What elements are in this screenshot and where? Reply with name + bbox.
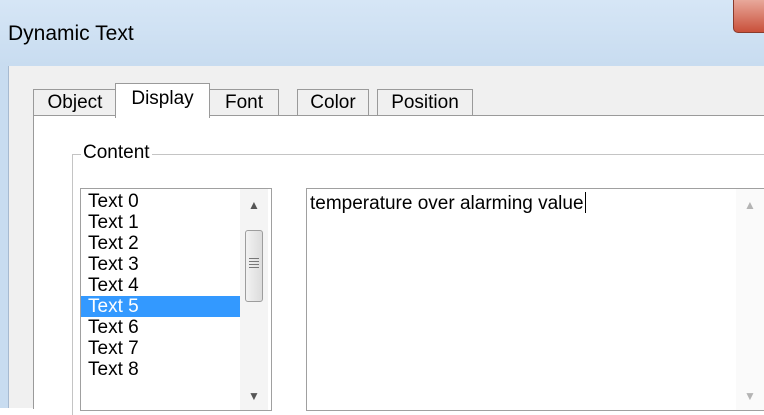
window-frame: Object Display Font Color Position Conte… xyxy=(0,66,764,415)
list-item[interactable]: Text 1 xyxy=(81,212,241,233)
tab-color[interactable]: Color xyxy=(297,89,369,116)
title-bar: Dynamic Text xyxy=(0,0,764,66)
list-item[interactable]: Text 6 xyxy=(81,317,241,338)
grip-icon xyxy=(249,258,259,270)
list-item[interactable]: Text 7 xyxy=(81,338,241,359)
text-edit-field[interactable]: temperature over alarming value ▲ ▼ xyxy=(306,188,764,411)
list-item-selected[interactable]: Text 5 xyxy=(81,296,241,317)
text-listbox[interactable]: Text 0 Text 1 Text 2 Text 3 Text 4 Text … xyxy=(80,188,272,411)
list-scrollbar[interactable]: ▲ ▼ xyxy=(240,189,268,410)
list-item[interactable]: Text 8 xyxy=(81,359,241,380)
close-button[interactable] xyxy=(733,0,764,33)
list-item[interactable]: Text 0 xyxy=(81,191,241,212)
tab-font[interactable]: Font xyxy=(209,89,279,116)
window-title: Dynamic Text xyxy=(8,22,134,45)
content-group-label: Content xyxy=(81,142,152,164)
scroll-down-arrow-icon[interactable]: ▼ xyxy=(240,382,268,410)
text-value: temperature over alarming value xyxy=(310,193,584,214)
dialog-body: Object Display Font Color Position Conte… xyxy=(8,66,764,415)
tab-object[interactable]: Object xyxy=(33,89,117,116)
text-caret xyxy=(584,192,586,213)
scroll-down-arrow-icon[interactable]: ▼ xyxy=(736,382,764,410)
display-panel: Content Text 0 Text 1 Text 2 Text 3 Text… xyxy=(33,115,764,415)
text-content: temperature over alarming value xyxy=(310,192,586,215)
scroll-up-arrow-icon[interactable]: ▲ xyxy=(736,191,764,219)
scroll-up-arrow-icon[interactable]: ▲ xyxy=(240,191,268,219)
list-item[interactable]: Text 4 xyxy=(81,275,241,296)
text-list: Text 0 Text 1 Text 2 Text 3 Text 4 Text … xyxy=(81,191,241,380)
list-item[interactable]: Text 2 xyxy=(81,233,241,254)
tab-position[interactable]: Position xyxy=(377,89,473,116)
text-scrollbar[interactable]: ▲ ▼ xyxy=(736,189,764,410)
tab-display[interactable]: Display xyxy=(115,83,210,118)
scroll-thumb[interactable] xyxy=(245,230,263,302)
list-item[interactable]: Text 3 xyxy=(81,254,241,275)
